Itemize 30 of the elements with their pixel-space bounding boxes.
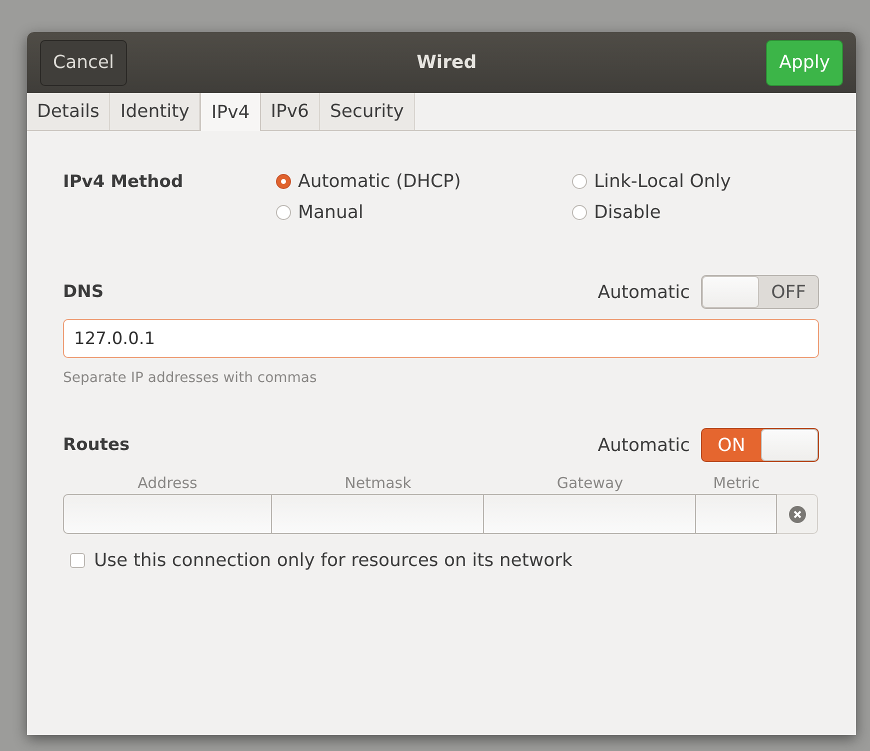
tab[interactable]: Details bbox=[27, 93, 110, 130]
dns-field[interactable]: 127.0.0.1 bbox=[63, 319, 819, 358]
routes-label: Routes bbox=[63, 435, 130, 455]
tab[interactable]: Identity bbox=[110, 93, 200, 130]
dns-hint: Separate IP addresses with commas bbox=[63, 370, 317, 386]
column-header: Gateway bbox=[556, 474, 624, 492]
automatic-label: Automatic bbox=[598, 282, 690, 302]
column-header: Address bbox=[138, 474, 198, 492]
window-title: Wired bbox=[416, 52, 477, 73]
column-header: Netmask bbox=[344, 474, 412, 492]
route-field[interactable] bbox=[272, 494, 484, 534]
automatic-label: Automatic bbox=[598, 434, 690, 456]
method-radio[interactable]: Manual bbox=[276, 202, 572, 223]
cancel-button[interactable]: Cancel bbox=[40, 40, 127, 86]
route-field[interactable] bbox=[484, 494, 696, 534]
route-field[interactable] bbox=[63, 494, 272, 534]
method-radio[interactable]: Link-Local Only bbox=[572, 171, 819, 192]
close-icon bbox=[788, 506, 806, 522]
tab[interactable]: Security bbox=[320, 93, 415, 130]
automatic-switch[interactable]: OFF bbox=[701, 275, 819, 309]
method-label: IPv4 Method bbox=[63, 172, 184, 192]
tab[interactable]: IPv4 bbox=[200, 93, 261, 131]
column-header: Metric bbox=[713, 474, 760, 492]
method-radio[interactable]: Disable bbox=[572, 202, 819, 223]
dns-label: DNS bbox=[63, 282, 104, 302]
method-radio[interactable]: Automatic (DHCP) bbox=[276, 171, 572, 192]
restrict-checkbox[interactable]: Use this connection only for resources on its network bbox=[70, 550, 572, 571]
tab[interactable]: IPv6 bbox=[260, 93, 320, 130]
clear-button[interactable] bbox=[777, 494, 818, 534]
route-field[interactable] bbox=[696, 494, 777, 534]
